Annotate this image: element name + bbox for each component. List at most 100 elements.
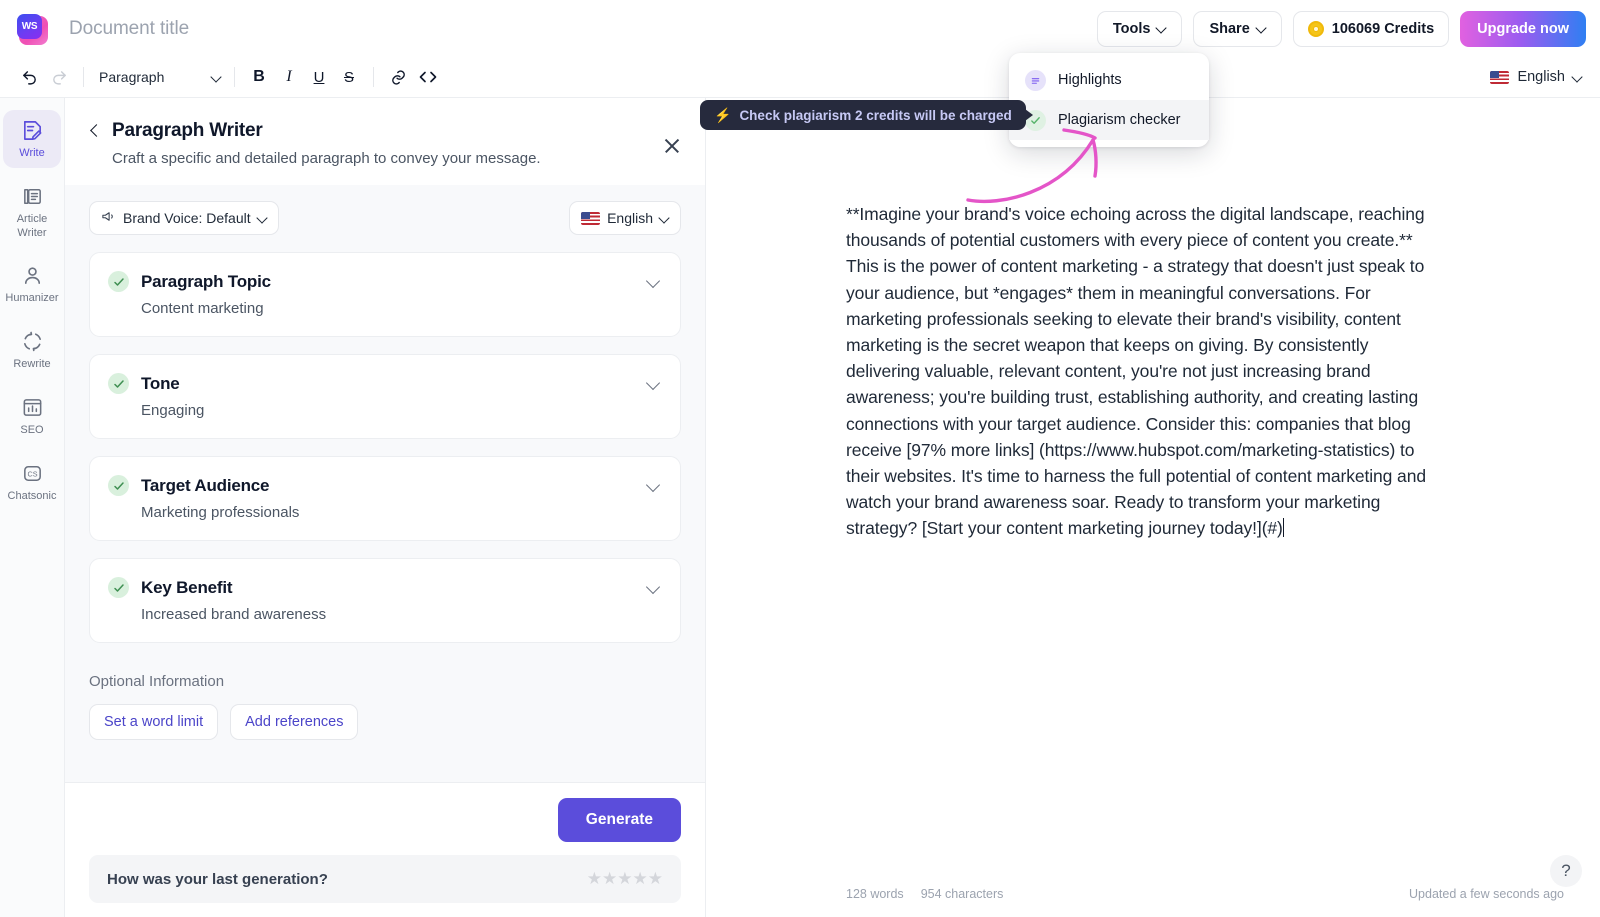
panel-subtitle: Craft a specific and detailed paragraph … bbox=[112, 150, 541, 167]
editor-language-label: English bbox=[1517, 69, 1565, 85]
field-card-header: Key Benefit bbox=[108, 577, 660, 598]
field-card[interactable]: Paragraph Topic Content marketing bbox=[89, 252, 681, 337]
menu-item-highlights[interactable]: Highlights bbox=[1009, 60, 1209, 100]
field-value: Increased brand awareness bbox=[141, 606, 327, 623]
top-bar: WS Document title Tools Share 106069 Cre… bbox=[0, 0, 1600, 57]
character-count: 954 characters bbox=[920, 887, 1004, 901]
underline-button[interactable]: U bbox=[304, 62, 334, 92]
status-counts: 128 words 954 characters bbox=[846, 887, 1003, 901]
field-card-header: Tone bbox=[108, 373, 660, 394]
sidebar-label: SEO bbox=[20, 423, 44, 436]
panel-language-label: English bbox=[607, 210, 653, 226]
strikethrough-button[interactable]: S bbox=[334, 62, 364, 92]
toolbar-divider bbox=[234, 67, 235, 87]
brand-voice-label: Brand Voice: Default bbox=[123, 210, 251, 226]
coin-icon bbox=[1307, 20, 1324, 37]
menu-item-label: Highlights bbox=[1058, 72, 1122, 88]
generate-button[interactable]: Generate bbox=[557, 798, 681, 842]
sidebar-label: Humanizer bbox=[5, 292, 59, 305]
back-chevron-icon[interactable] bbox=[89, 125, 101, 137]
rating-stars[interactable]: ★★★★★ bbox=[587, 869, 663, 889]
chevron-down-icon bbox=[258, 214, 267, 223]
sidebar-item-rewrite[interactable]: Rewrite bbox=[3, 321, 61, 379]
highlights-icon bbox=[1025, 69, 1046, 91]
chevron-down-icon[interactable] bbox=[647, 377, 660, 390]
toolbar-divider bbox=[83, 67, 84, 87]
field-card[interactable]: Target Audience Marketing professionals bbox=[89, 456, 681, 541]
editor-toolbar: Paragraph B I U S English bbox=[0, 57, 1600, 98]
write-icon bbox=[21, 119, 44, 142]
chevron-down-icon bbox=[1157, 24, 1166, 33]
chevron-down-icon[interactable] bbox=[647, 479, 660, 492]
lightning-bolt-icon: ⚡ bbox=[714, 107, 732, 123]
redo-icon[interactable] bbox=[44, 62, 74, 92]
panel-header: Paragraph Writer Craft a specific and de… bbox=[65, 98, 705, 185]
optional-information-label: Optional Information bbox=[89, 673, 225, 690]
sidebar-label: Rewrite bbox=[13, 358, 51, 370]
bold-button[interactable]: B bbox=[244, 62, 274, 92]
undo-icon[interactable] bbox=[14, 62, 44, 92]
field-label: Key Benefit bbox=[141, 577, 233, 597]
block-type-select[interactable]: Paragraph bbox=[93, 63, 225, 91]
field-card-header: Target Audience bbox=[108, 475, 660, 496]
italic-button[interactable]: I bbox=[274, 62, 304, 92]
document-body[interactable]: **Imagine your brand's voice echoing acr… bbox=[846, 201, 1441, 542]
top-bar-actions: Tools Share 106069 Credits Upgrade now bbox=[1096, 10, 1586, 47]
editor-language-select[interactable]: English bbox=[1490, 69, 1586, 85]
set-word-limit-button[interactable]: Set a word limit bbox=[89, 704, 219, 740]
panel-body: Brand Voice: Default English Paragraph T… bbox=[65, 185, 705, 782]
chevron-down-icon bbox=[660, 214, 669, 223]
menu-item-plagiarism-checker[interactable]: Plagiarism checker bbox=[1009, 100, 1209, 140]
text-caret bbox=[1282, 518, 1285, 538]
field-card[interactable]: Tone Engaging bbox=[89, 354, 681, 439]
sidebar-item-write[interactable]: Write bbox=[3, 110, 61, 168]
credits-button[interactable]: 106069 Credits bbox=[1292, 10, 1450, 47]
updated-timestamp: Updated a few seconds ago bbox=[1409, 887, 1564, 901]
document-body-text: **Imagine your brand's voice echoing acr… bbox=[846, 204, 1431, 539]
chevron-down-icon bbox=[212, 73, 221, 82]
credits-label: 106069 Credits bbox=[1331, 20, 1435, 37]
field-label: Paragraph Topic bbox=[141, 271, 271, 291]
chevron-down-icon bbox=[1257, 24, 1266, 33]
logo-mark: WS bbox=[17, 13, 42, 39]
add-references-button[interactable]: Add references bbox=[230, 704, 359, 740]
help-icon[interactable]: ? bbox=[1550, 855, 1582, 887]
share-button[interactable]: Share bbox=[1193, 10, 1282, 47]
article-writer-icon bbox=[21, 185, 44, 208]
block-type-value: Paragraph bbox=[99, 69, 165, 85]
seo-chart-icon bbox=[21, 396, 44, 419]
panel-language-select[interactable]: English bbox=[569, 201, 681, 235]
sidebar-item-seo[interactable]: SEO bbox=[3, 387, 61, 445]
chevron-down-icon[interactable] bbox=[647, 275, 660, 288]
tooltip-text: Check plagiarism 2 credits will be charg… bbox=[739, 107, 1012, 123]
link-icon[interactable] bbox=[383, 62, 413, 92]
sidebar-label: Write bbox=[19, 147, 45, 159]
us-flag-icon bbox=[1490, 70, 1510, 84]
close-icon[interactable] bbox=[661, 135, 683, 157]
optional-buttons: Set a word limit Add references bbox=[89, 704, 681, 740]
field-label: Tone bbox=[141, 373, 180, 393]
document-area: **Imagine your brand's voice echoing acr… bbox=[706, 98, 1600, 917]
document-title[interactable]: Document title bbox=[69, 18, 189, 40]
upgrade-button[interactable]: Upgrade now bbox=[1460, 10, 1586, 47]
sidebar-item-article-writer[interactable]: Article Writer bbox=[3, 176, 61, 248]
field-card[interactable]: Key Benefit Increased brand awareness bbox=[89, 558, 681, 643]
toolbar-divider bbox=[373, 67, 374, 87]
app-logo[interactable]: WS bbox=[17, 13, 48, 45]
chatsonic-icon: CS bbox=[21, 462, 44, 485]
panel-title-row: Paragraph Writer bbox=[89, 120, 681, 142]
check-circle-icon bbox=[108, 373, 129, 394]
svg-text:CS: CS bbox=[27, 470, 37, 478]
brand-voice-select[interactable]: Brand Voice: Default bbox=[89, 201, 279, 235]
check-circle-icon bbox=[108, 475, 129, 496]
sidebar-item-humanizer[interactable]: Humanizer bbox=[3, 255, 61, 313]
field-card-header: Paragraph Topic bbox=[108, 271, 660, 292]
tools-button-label: Tools bbox=[1112, 20, 1151, 37]
us-flag-icon bbox=[581, 211, 601, 225]
chevron-down-icon[interactable] bbox=[647, 581, 660, 594]
code-icon[interactable] bbox=[413, 62, 443, 92]
tools-button[interactable]: Tools bbox=[1096, 10, 1183, 47]
sidebar-item-chatsonic[interactable]: CS Chatsonic bbox=[3, 453, 61, 511]
tools-dropdown-menu: Highlights Plagiarism checker bbox=[1009, 53, 1209, 147]
check-circle-icon bbox=[108, 271, 129, 292]
